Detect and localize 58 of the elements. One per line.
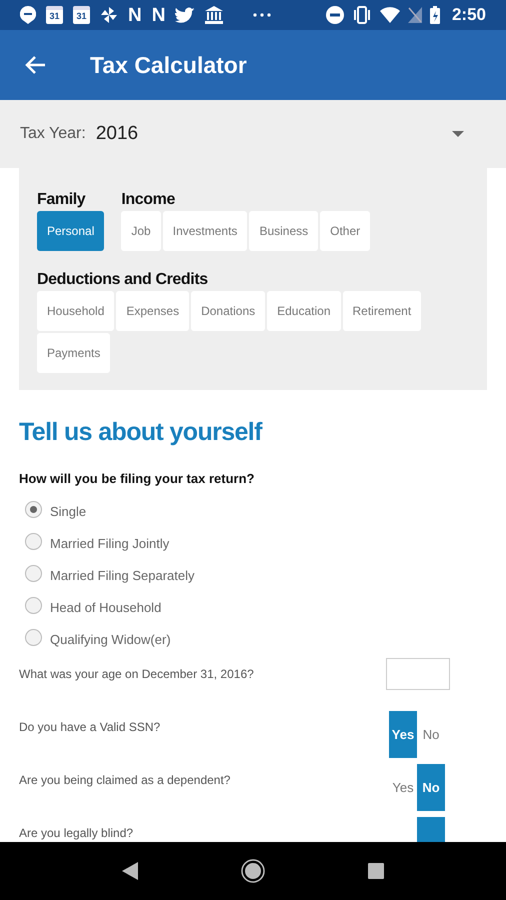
category-tab[interactable]: Household	[37, 291, 114, 331]
category-tab[interactable]: Job	[121, 211, 161, 251]
category-tab[interactable]: Other	[320, 211, 370, 251]
category-tab[interactable]: Retirement	[342, 291, 422, 331]
question-text: Do you have a Valid SSN?	[19, 719, 160, 736]
category-tab[interactable]: Education	[267, 291, 340, 331]
category-tab[interactable]: Payments	[37, 333, 110, 373]
recents-nav-icon[interactable]	[368, 863, 384, 879]
category-tab[interactable]: Business	[249, 211, 318, 251]
radio-button[interactable]	[25, 564, 42, 582]
do-not-disturb-icon	[326, 6, 344, 24]
radio-label: Married Filing Separately	[50, 567, 195, 586]
chat-bubble-icon	[20, 6, 36, 24]
question-text: What was your age on December 31, 2016?	[19, 666, 254, 683]
bank-icon	[205, 6, 224, 24]
category-heading: Income	[121, 190, 176, 210]
answer-toggle[interactable]: Yes	[389, 711, 417, 758]
status-time: 2:50	[452, 4, 486, 26]
answer-toggle[interactable]: No	[417, 764, 445, 811]
vibrate-icon	[352, 6, 372, 24]
back-arrow-icon[interactable]	[24, 55, 46, 75]
radio-label: Married Filing Jointly	[50, 535, 170, 554]
question-text: How will you be filing your tax return?	[19, 470, 256, 488]
letter-icon: N	[152, 6, 166, 24]
question-text: Are you legally blind?	[19, 825, 134, 842]
more-dots-icon	[253, 13, 272, 17]
battery-charging-icon	[430, 6, 440, 24]
answer-toggle[interactable]: No	[417, 711, 445, 758]
letter-icon: N	[128, 6, 142, 24]
tax-year-label: Tax Year:	[20, 124, 86, 144]
category-tab[interactable]: Investments	[162, 211, 248, 251]
back-nav-icon[interactable]	[122, 862, 138, 880]
radio-button[interactable]	[25, 532, 42, 550]
radio-label: Single	[50, 503, 86, 522]
radio-button[interactable]	[25, 500, 42, 518]
bird-icon	[175, 7, 196, 23]
wifi-icon	[380, 7, 400, 23]
answer-toggle[interactable]: Yes	[389, 764, 417, 811]
answer-field[interactable]	[386, 658, 450, 690]
pinwheel-icon	[100, 6, 118, 24]
calendar-icon: 31	[73, 6, 90, 24]
category-tab[interactable]: Donations	[191, 291, 266, 331]
category-heading: Deductions and Credits	[37, 270, 209, 290]
radio-label: Qualifying Widow(er)	[50, 631, 171, 650]
category-tab[interactable]: Expenses	[116, 291, 190, 331]
no-signal-icon	[408, 7, 422, 23]
radio-button[interactable]	[25, 628, 42, 646]
category-heading: Family	[37, 190, 86, 210]
calendar-icon: 31	[46, 6, 63, 24]
radio-button[interactable]	[25, 596, 42, 614]
app-title: Tax Calculator	[90, 50, 247, 80]
category-tab[interactable]: Personal	[37, 211, 104, 251]
question-text: Are you being claimed as a dependent?	[19, 772, 230, 789]
tax-year-dropdown[interactable]: 2016	[96, 114, 486, 154]
section-heading: Tell us about yourself	[19, 417, 264, 448]
radio-label: Head of Household	[50, 599, 162, 618]
home-nav-icon[interactable]	[240, 859, 265, 883]
dropdown-caret-icon	[452, 131, 464, 137]
